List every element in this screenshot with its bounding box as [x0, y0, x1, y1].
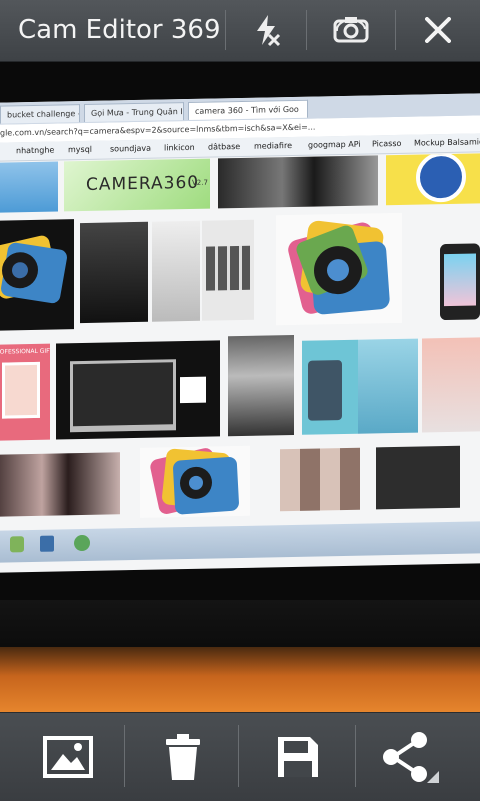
- share-icon: [383, 732, 439, 783]
- bottom-toolbar: [0, 712, 480, 801]
- image-thumbnail: CAMERA360 V2.7: [64, 158, 210, 212]
- bookmark: soundjava: [110, 143, 152, 154]
- photo-preview: bucket challenge - You Gọi Mưa - Trung Q…: [0, 62, 480, 712]
- image-thumbnail: [0, 452, 120, 517]
- bookmark: linkicon: [164, 142, 195, 153]
- bookmark: googmap APi: [308, 139, 361, 150]
- divider: [124, 725, 125, 787]
- camera360-logo-icon: [288, 220, 390, 315]
- bookmark: mediafire: [254, 141, 292, 151]
- flash-off-button[interactable]: [240, 8, 292, 52]
- divider: [395, 10, 396, 50]
- app-title: Cam Editor 369: [18, 15, 221, 45]
- image-thumbnail: [80, 221, 148, 324]
- flash-off-icon: [257, 15, 281, 47]
- browser-tab: camera 360 - Tìm với Goo: [188, 99, 308, 120]
- image-thumbnail: [280, 447, 360, 512]
- image-thumbnail: [386, 153, 480, 206]
- image-thumbnail: [218, 155, 378, 209]
- image-thumbnail: [422, 337, 480, 433]
- switch-camera-icon: [333, 17, 369, 43]
- save-icon: [278, 737, 318, 777]
- close-button[interactable]: [412, 8, 464, 52]
- gallery-button[interactable]: [28, 727, 108, 787]
- divider: [355, 725, 356, 787]
- save-button[interactable]: [258, 727, 338, 787]
- camera360-logo-icon: [0, 235, 67, 304]
- delete-button[interactable]: [143, 727, 223, 787]
- poster-text: PROFESSIONAL GIFT: [0, 347, 50, 356]
- image-thumbnail: [0, 161, 58, 213]
- browser-tab: bucket challenge - You: [0, 104, 80, 124]
- banner-version: V2.7: [192, 178, 208, 187]
- image-thumbnail: [140, 445, 250, 518]
- action-bar: Cam Editor 369: [0, 0, 480, 62]
- image-thumbnail: [228, 334, 294, 437]
- banner-text: CAMERA360: [86, 172, 200, 195]
- bookmark: Picasso: [372, 138, 402, 149]
- desk-surface: [0, 647, 480, 712]
- bookmark: mysql: [68, 144, 92, 155]
- monitor-screen: bucket challenge - You Gọi Mưa - Trung Q…: [0, 93, 480, 573]
- image-thumbnail: [302, 339, 358, 435]
- windows-taskbar: [0, 521, 480, 563]
- browser-tab: Gọi Mưa - Trung Quân Idol: [84, 102, 184, 122]
- image-thumbnail: [152, 220, 200, 322]
- image-thumbnail: [376, 445, 460, 510]
- close-icon: [425, 17, 451, 43]
- image-thumbnail: PROFESSIONAL GIFT: [0, 343, 50, 441]
- share-button[interactable]: [370, 727, 450, 787]
- image-thumbnail: [202, 219, 254, 321]
- image-thumbnail: [440, 243, 480, 321]
- divider: [225, 10, 226, 50]
- divider: [306, 10, 307, 50]
- image-thumbnail: [358, 338, 418, 434]
- gallery-icon: [43, 736, 93, 778]
- delete-icon: [166, 734, 200, 780]
- image-thumbnail: [276, 212, 402, 326]
- bookmark: dâtbase: [208, 141, 241, 152]
- divider: [238, 725, 239, 787]
- bookmark: Mockup Balsamiq: [414, 137, 480, 148]
- camera360-logo-icon: [150, 448, 239, 515]
- bookmark: nhatnghe: [16, 145, 55, 156]
- image-thumbnail: [0, 219, 74, 331]
- switch-camera-button[interactable]: [325, 8, 377, 52]
- image-thumbnail: [56, 340, 220, 440]
